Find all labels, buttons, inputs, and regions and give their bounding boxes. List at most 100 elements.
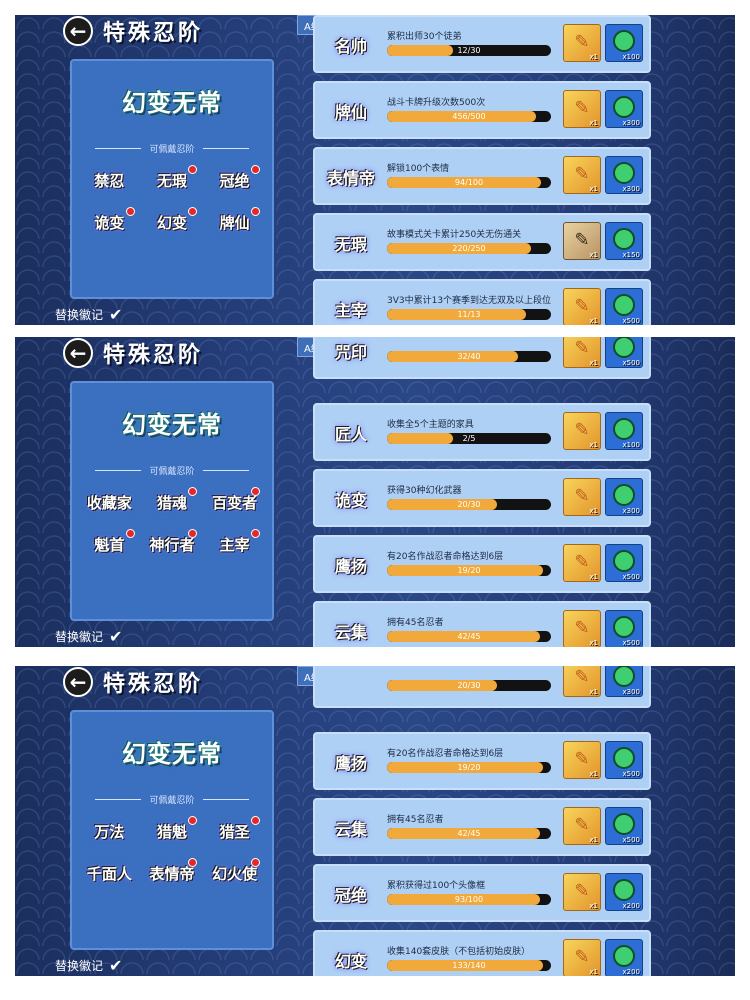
task-row[interactable]: 云集 拥有45名忍者 42/45 ✎ x1 x500 [313, 798, 651, 856]
ninja-coin-reward[interactable]: x300 [605, 90, 643, 128]
badge-item[interactable]: 猎圣 [203, 816, 266, 846]
badge-item[interactable]: 百变者 [203, 487, 266, 517]
task-progress-bar: 11/13 [387, 309, 551, 320]
badge-item[interactable]: 魁首 [78, 529, 141, 559]
back-arrow-icon[interactable]: ← [63, 338, 93, 368]
badge-item[interactable]: 神行者 [141, 529, 204, 559]
replace-badge-toggle[interactable]: 替换徽记 ✔ [55, 957, 123, 974]
featured-badge[interactable]: 幻变无常 [72, 383, 272, 461]
task-row[interactable]: 无瑕 故事模式关卡累计250关无伤通关 220/250 ✎ x1 x150 [313, 213, 651, 271]
scroll-reward[interactable]: ✎ x1 [563, 807, 601, 845]
reward-count: x1 [589, 688, 598, 696]
badge-grid: 收藏家 猎魂 百变者 魁首 神行者 主宰 [72, 479, 272, 559]
scroll-reward[interactable]: ✎ x1 [563, 222, 601, 260]
task-row[interactable]: 云集 拥有45名忍者 42/45 ✎ x1 x500 [313, 601, 651, 647]
ninja-coin-reward[interactable]: x200 [605, 873, 643, 911]
task-progress-text: 220/250 [452, 244, 486, 253]
badge-item[interactable]: 收藏家 [78, 487, 141, 517]
task-progress-text: 456/500 [452, 112, 486, 121]
featured-badge[interactable]: 幻变无常 [72, 61, 272, 139]
header: ← 特殊忍阶 [63, 15, 203, 49]
scroll-reward-icon: ✎ [574, 31, 590, 53]
badge-item[interactable]: 禁忍 [78, 165, 141, 195]
ninja-coin-reward[interactable]: x500 [605, 807, 643, 845]
task-badge: 牌仙 [334, 103, 367, 122]
task-progress-bar: 2/5 [387, 433, 551, 444]
ninja-coin-reward[interactable]: x150 [605, 222, 643, 260]
scroll-reward[interactable]: ✎ x1 [563, 337, 601, 368]
task-row[interactable]: 名帅 累积出师30个徒弟 12/30 ✎ x1 x100 [313, 15, 651, 73]
notification-dot [251, 487, 260, 496]
task-row[interactable]: 20/30 ✎ x1 x300 [313, 666, 651, 708]
badge-item[interactable]: 无瑕 [141, 165, 204, 195]
task-row[interactable]: 冠绝 累积获得过100个头像框 93/100 ✎ x1 x200 [313, 864, 651, 922]
badge-item[interactable]: 冠绝 [203, 165, 266, 195]
ninja-coin-reward[interactable]: x500 [605, 544, 643, 582]
scroll-reward[interactable]: ✎ x1 [563, 939, 601, 976]
screen-2: ← 特殊忍阶 A级每日悬赏 11秒 ▼ 幻变无常 可佩戴忍阶 收藏家 [15, 337, 735, 647]
badge-item[interactable]: 牌仙 [203, 207, 266, 237]
task-row[interactable]: 匠人 收集全5个主题的家具 2/5 ✎ x1 x100 [313, 403, 651, 461]
wearable-separator: 可佩戴忍阶 [72, 139, 272, 157]
task-row[interactable]: 幻变 收集140套皮肤（不包括初始皮肤） 133/140 ✎ x1 x200 [313, 930, 651, 976]
ninja-coin-reward[interactable]: x500 [605, 741, 643, 779]
scroll-reward[interactable]: ✎ x1 [563, 873, 601, 911]
notification-dot [188, 816, 198, 825]
badge-label: 表情帝 [149, 864, 195, 883]
scroll-reward[interactable]: ✎ x1 [563, 24, 601, 62]
wearable-separator: 可佩戴忍阶 [72, 790, 272, 808]
checkmark-icon[interactable]: ✔ [109, 628, 123, 644]
badge-panel: 幻变无常 可佩戴忍阶 万法 猎魁 猎圣 千面人 表情帝 幻火使 [70, 710, 274, 950]
checkmark-icon[interactable]: ✔ [109, 957, 123, 973]
replace-badge-toggle[interactable]: 替换徽记 ✔ [55, 306, 123, 323]
task-row[interactable]: 表情帝 解锁100个表情 94/100 ✎ x1 x300 [313, 147, 651, 205]
task-badge: 主宰 [334, 301, 367, 320]
scroll-reward[interactable]: ✎ x1 [563, 156, 601, 194]
badge-item[interactable]: 表情帝 [141, 858, 204, 888]
ninja-coin-reward[interactable]: x200 [605, 939, 643, 976]
badge-item[interactable]: 主宰 [203, 529, 266, 559]
badge-panel: 幻变无常 可佩戴忍阶 禁忍 无瑕 冠绝 诡变 幻变 牌仙 [70, 59, 274, 299]
badge-item[interactable]: 诡变 [78, 207, 141, 237]
back-arrow-icon[interactable]: ← [63, 16, 93, 46]
checkmark-icon[interactable]: ✔ [109, 306, 123, 322]
scroll-reward[interactable]: ✎ x1 [563, 412, 601, 450]
badge-item[interactable]: 万法 [78, 816, 141, 846]
scroll-reward[interactable]: ✎ x1 [563, 666, 601, 697]
task-row[interactable]: 主宰 3V3中累计13个赛季到达无双及以上段位 11/13 ✎ x1 x500 [313, 279, 651, 325]
ninja-coin-reward[interactable]: x500 [605, 610, 643, 647]
badge-item[interactable]: 幻变 [141, 207, 204, 237]
ninja-coin-reward[interactable]: x300 [605, 478, 643, 516]
scroll-reward-icon: ✎ [574, 163, 590, 185]
scroll-reward-icon: ✎ [574, 419, 590, 441]
task-row[interactable]: 鹰扬 有20名作战忍者命格达到6层 19/20 ✎ x1 x500 [313, 535, 651, 593]
scroll-reward[interactable]: ✎ x1 [563, 288, 601, 325]
featured-badge[interactable]: 幻变无常 [72, 712, 272, 790]
ninja-coin-reward[interactable]: x500 [605, 337, 643, 368]
scroll-reward[interactable]: ✎ x1 [563, 90, 601, 128]
reward-count: x300 [622, 688, 640, 696]
scroll-reward[interactable]: ✎ x1 [563, 478, 601, 516]
replace-badge-toggle[interactable]: 替换徽记 ✔ [55, 628, 123, 645]
badge-item[interactable]: 幻火使 [203, 858, 266, 888]
scroll-reward[interactable]: ✎ x1 [563, 610, 601, 647]
task-row[interactable]: 牌仙 战斗卡牌升级次数500次 456/500 ✎ x1 x300 [313, 81, 651, 139]
task-row[interactable]: 咒印 32/40 ✎ x1 x500 [313, 337, 651, 379]
back-arrow-icon[interactable]: ← [63, 667, 93, 697]
ninja-coin-reward[interactable]: x100 [605, 412, 643, 450]
ninja-coin-reward[interactable]: x300 [605, 156, 643, 194]
scroll-reward[interactable]: ✎ x1 [563, 544, 601, 582]
badge-item[interactable]: 猎魁 [141, 816, 204, 846]
badge-item[interactable]: 猎魂 [141, 487, 204, 517]
scroll-reward[interactable]: ✎ x1 [563, 741, 601, 779]
task-row[interactable]: 诡变 获得30种幻化武器 20/30 ✎ x1 x300 [313, 469, 651, 527]
task-progress-text: 11/13 [457, 310, 481, 319]
task-row[interactable]: 鹰扬 有20名作战忍者命格达到6层 19/20 ✎ x1 x500 [313, 732, 651, 790]
ninja-coin-reward[interactable]: x300 [605, 666, 643, 697]
badge-item[interactable]: 千面人 [78, 858, 141, 888]
task-progress-text: 19/20 [457, 566, 481, 575]
ninja-coin-reward[interactable]: x100 [605, 24, 643, 62]
reward-count: x500 [622, 770, 640, 778]
task-badge [321, 666, 381, 699]
ninja-coin-reward[interactable]: x500 [605, 288, 643, 325]
